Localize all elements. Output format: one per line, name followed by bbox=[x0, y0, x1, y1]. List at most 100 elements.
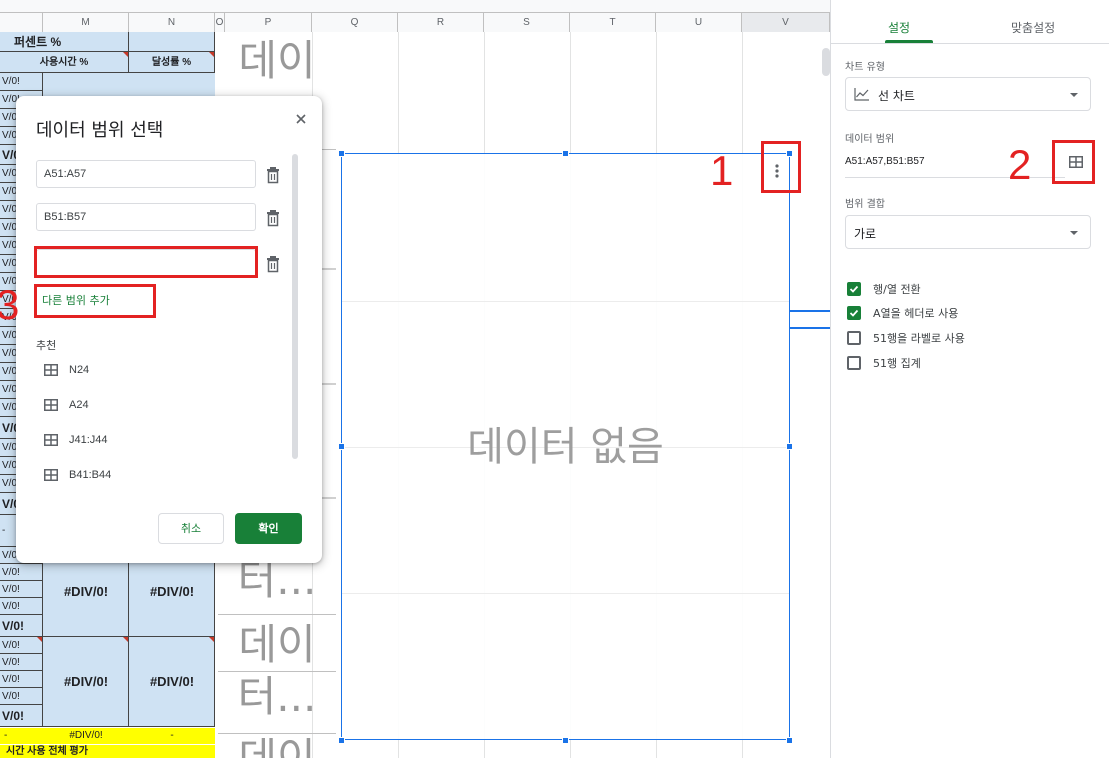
selection-border bbox=[790, 310, 830, 312]
mini-chart-placeholder[interactable]: 데이 bbox=[218, 738, 336, 758]
trash-icon[interactable] bbox=[265, 209, 281, 227]
chart-type-label: 차트 유형 bbox=[845, 62, 885, 73]
cell-value[interactable]: V/0! bbox=[0, 598, 43, 615]
checkbox-use-column-a-headers[interactable] bbox=[847, 306, 861, 320]
column-header-s[interactable]: S bbox=[484, 12, 570, 32]
checkbox-label: 행/열 전환 bbox=[873, 283, 921, 296]
column-header-o[interactable]: O bbox=[215, 12, 225, 32]
chart-container[interactable]: 데이터 없음 bbox=[341, 153, 790, 740]
comment-marker bbox=[37, 637, 42, 642]
annotation-box-2 bbox=[1052, 140, 1095, 184]
data-range-value[interactable]: A51:A57,B51:B57 bbox=[845, 156, 925, 167]
cell-div-error[interactable]: #DIV/0! bbox=[43, 728, 129, 744]
column-header-n[interactable]: N bbox=[129, 12, 215, 32]
checkbox-aggregate-row-51[interactable] bbox=[847, 356, 861, 370]
resize-handle[interactable] bbox=[338, 737, 345, 744]
grid-icon bbox=[44, 399, 58, 411]
grid-icon bbox=[44, 364, 58, 376]
annotation-box-3 bbox=[34, 284, 156, 318]
cell-value[interactable]: V/0! bbox=[0, 615, 43, 637]
annotation-box-input bbox=[34, 246, 258, 278]
cancel-button[interactable]: 취소 bbox=[158, 513, 224, 544]
suggestions-label: 추천 bbox=[36, 339, 57, 352]
selection-border bbox=[790, 327, 830, 329]
chart-type-select[interactable]: 선 차트 bbox=[845, 77, 1091, 111]
tab-divider bbox=[831, 43, 1109, 44]
checkbox-label: 51행 집계 bbox=[873, 357, 921, 370]
comment-marker bbox=[123, 637, 128, 642]
cell-div-error: #DIV/0! bbox=[149, 584, 195, 599]
cell-summary-label[interactable]: 시간 사용 전체 평가 bbox=[0, 745, 215, 758]
mini-chart-placeholder[interactable]: 터... bbox=[218, 672, 336, 734]
annotation-box-1 bbox=[761, 141, 801, 193]
cell-value[interactable]: V/0! bbox=[0, 581, 43, 598]
chart-type-value: 선 차트 bbox=[878, 89, 915, 103]
chart-editor-panel: 설정 맞춤설정 차트 유형 선 차트 데이터 범위 A51:A57,B51:B5… bbox=[830, 0, 1109, 758]
cell-value[interactable]: V/0! bbox=[0, 688, 43, 705]
range-input-1[interactable]: A51:A57 bbox=[36, 160, 256, 188]
suggestion-label: B41:B44 bbox=[69, 469, 112, 481]
cell-value[interactable]: V/0! bbox=[0, 73, 43, 91]
column-header-t[interactable]: T bbox=[570, 12, 656, 32]
cell-value[interactable]: V/0! bbox=[0, 654, 43, 671]
mini-chart-placeholder[interactable]: 터... bbox=[218, 555, 336, 615]
checkbox-switch-rows-columns[interactable] bbox=[847, 282, 861, 296]
chevron-down-icon bbox=[1070, 93, 1078, 97]
column-header-l[interactable] bbox=[0, 12, 43, 32]
close-icon[interactable] bbox=[296, 108, 306, 129]
resize-handle[interactable] bbox=[562, 150, 569, 157]
header-achievement[interactable]: 달성률 % bbox=[129, 52, 215, 73]
column-header-u[interactable]: U bbox=[656, 12, 742, 32]
header-percent[interactable]: 퍼센트 % bbox=[0, 32, 129, 52]
tab-setup[interactable]: 설정 bbox=[888, 19, 910, 36]
data-range-label: 데이터 범위 bbox=[845, 134, 895, 145]
column-header-p[interactable]: P bbox=[225, 12, 312, 32]
combine-ranges-select[interactable]: 가로 bbox=[845, 215, 1091, 249]
resize-handle[interactable] bbox=[786, 737, 793, 744]
ok-button[interactable]: 확인 bbox=[235, 513, 302, 544]
data-range-underline bbox=[845, 177, 1065, 178]
combine-ranges-value: 가로 bbox=[854, 227, 877, 241]
checkbox-label: A열을 헤더로 사용 bbox=[873, 307, 959, 320]
header-usage-time[interactable]: 사용시간 % bbox=[0, 52, 129, 73]
trash-icon[interactable] bbox=[265, 166, 281, 184]
annotation-number-2: 2 bbox=[1008, 141, 1032, 188]
trash-icon[interactable] bbox=[265, 255, 281, 273]
dialog-title: 데이터 범위 선택 bbox=[36, 120, 164, 141]
chevron-down-icon bbox=[1070, 231, 1078, 235]
cell-dash[interactable]: - bbox=[129, 728, 215, 744]
column-header-v[interactable]: V bbox=[742, 12, 830, 32]
comment-marker bbox=[209, 637, 214, 642]
cell-value[interactable]: V/0! bbox=[0, 705, 43, 727]
column-headers: M N O P Q R S T U V bbox=[0, 0, 830, 32]
tab-customize[interactable]: 맞춤설정 bbox=[1011, 19, 1055, 36]
vertical-scrollbar[interactable] bbox=[822, 48, 830, 76]
range-input-2[interactable]: B51:B57 bbox=[36, 203, 256, 231]
resize-handle[interactable] bbox=[338, 443, 345, 450]
line-chart-icon bbox=[854, 87, 870, 104]
cell-value[interactable]: V/0! bbox=[0, 564, 43, 581]
column-header-q[interactable]: Q bbox=[312, 12, 398, 32]
cell-value[interactable]: V/0! bbox=[0, 671, 43, 688]
cell-div-error: #DIV/0! bbox=[63, 584, 109, 599]
column-header-m[interactable]: M bbox=[43, 12, 129, 32]
chart-no-data-text: 데이터 없음 bbox=[467, 424, 664, 470]
dialog-scrollbar[interactable] bbox=[292, 154, 298, 459]
cell-div-error: #DIV/0! bbox=[63, 674, 109, 689]
mini-chart-placeholder[interactable]: 데이 bbox=[218, 620, 336, 672]
column-header-r[interactable]: R bbox=[398, 12, 484, 32]
resize-handle[interactable] bbox=[786, 443, 793, 450]
checkbox-use-row-51-labels[interactable] bbox=[847, 331, 861, 345]
suggestion-label: A24 bbox=[69, 399, 89, 411]
data-range-dialog: 데이터 범위 선택 A51:A57 B51:B57 다른 범위 추가 추천 N2… bbox=[16, 96, 322, 563]
cell-dash[interactable]: - bbox=[0, 728, 43, 744]
suggestion-label: J41:J44 bbox=[69, 434, 108, 446]
annotation-number-1: 1 bbox=[710, 147, 734, 194]
resize-handle[interactable] bbox=[338, 150, 345, 157]
header-blank[interactable] bbox=[129, 32, 215, 52]
resize-handle[interactable] bbox=[562, 737, 569, 744]
chart-gridline bbox=[342, 593, 789, 594]
grid-icon bbox=[44, 469, 58, 481]
comment-marker bbox=[123, 52, 128, 57]
comment-marker bbox=[209, 52, 214, 57]
